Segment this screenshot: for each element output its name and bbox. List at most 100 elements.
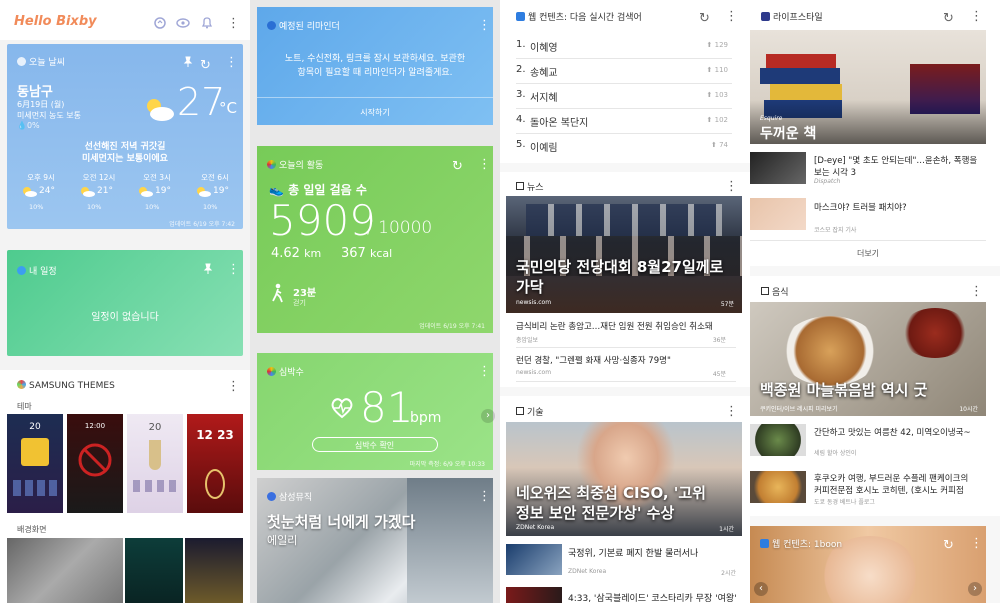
news-headline-1: 국민의당 전당대회 8월27일께로 [516, 258, 724, 276]
oneboon-card[interactable]: 웹 컨텐츠: 1boon ‹ › [750, 526, 986, 603]
reminder-body-2: 항목이 필요할 때 리마인더가 알려줄게요. [297, 68, 453, 78]
row-divider [516, 58, 732, 59]
schedule-more-icon[interactable] [224, 262, 240, 277]
activity-title: 오늘의 활동 [267, 158, 323, 171]
partly-cloudy-icon [147, 99, 174, 121]
food-more-icon[interactable] [967, 284, 983, 299]
theme-card-3[interactable]: 20 [127, 414, 183, 513]
realtime-count: ⬆ 103 [706, 91, 728, 99]
hour-time: 오전 6시 [201, 173, 229, 182]
oneboon-refresh-icon[interactable] [943, 534, 954, 553]
lifestyle-headline-card[interactable]: Esquire 두꺼운 책 [750, 30, 986, 144]
realtime-row[interactable]: 1. 이혜영 ⬆ 129 [516, 36, 732, 59]
music-more-icon[interactable] [475, 489, 491, 504]
news-headline-card[interactable]: 국민의당 전당대회 8월27일께로 가닥 newsis.com 57분 [506, 196, 742, 313]
hour-time: 오전 12시 [82, 173, 116, 182]
lifestyle-more-button[interactable]: 더보기 [750, 248, 986, 259]
tech-title: 기술 [516, 405, 544, 418]
lifestyle-item-2-title[interactable]: 마스크야? 트러블 패치야? [814, 201, 907, 213]
heart-more-icon[interactable] [475, 364, 491, 379]
news-more-icon[interactable] [722, 179, 738, 194]
news-list-item[interactable]: 급식비리 논란 총암고…재단 임원 전원 취임승인 취소돼 충암일보 36분 [516, 317, 736, 349]
tech-item-2-thumb[interactable] [506, 587, 562, 603]
realtime-more-icon[interactable] [722, 9, 738, 24]
activity-card[interactable]: 오늘의 활동 👟 총 일일 걸음 수 5909 / 10000 4.62 km … [257, 146, 493, 333]
oneboon-next-icon[interactable]: › [968, 582, 982, 596]
food-headline-card[interactable]: 백종원 마늘볶음밥 역시 굿 쿠키인터/이브 레시피 미리보기 10시간 [750, 302, 986, 416]
reminder-more-icon[interactable] [475, 18, 491, 33]
themes-more-icon[interactable] [224, 379, 240, 394]
activity-more-icon[interactable] [475, 157, 491, 172]
food-item-2-title-1[interactable]: 후쿠오카 여행, 부드러운 수플레 팬케이크의 [814, 472, 968, 484]
food-item-1-thumb[interactable] [750, 424, 806, 456]
realtime-row[interactable]: 4. 돌아온 복단지 ⬆ 102 [516, 111, 732, 134]
hour-rain: 10% [145, 203, 160, 211]
lifestyle-title: 라이프스타일 [761, 10, 823, 23]
theme-card-2[interactable]: 12:00 [67, 414, 123, 513]
theme-card-3-icons [133, 480, 177, 492]
tech-time: 1시간 [719, 526, 734, 533]
lifestyle-card: 라이프스타일 Esquire 두꺼운 책 [D-eye] "몇 초도 안되는데"… [750, 0, 1000, 266]
hour-temp: 21° [97, 186, 113, 196]
tech-item-1-thumb[interactable] [506, 544, 562, 575]
news-item-source: 충암일보 [516, 337, 539, 344]
news-photo-backdrop [526, 204, 722, 236]
realtime-row[interactable]: 5. 이예림 ⬆ 74 [516, 136, 732, 158]
row-divider [516, 381, 736, 382]
pin-icon[interactable] [183, 56, 193, 68]
schedule-card[interactable]: 내 일정 일정이 없습니다 [7, 250, 243, 356]
next-arrow-icon[interactable]: › [481, 409, 495, 423]
food-item-2-title-2[interactable]: 커피전문점 호시노 코히텐, (호시노 커피점 [814, 484, 964, 496]
weather-updated: 업데이트 6/19 오후 7:42 [169, 221, 235, 228]
tech-badge-icon [516, 407, 524, 415]
realtime-count: ⬆ 129 [706, 41, 728, 49]
tech-card: 기술 네오위즈 최중섭 CISO, '고위 정보 보안 전문가상' 수상 ZDN… [500, 396, 750, 603]
oneboon-more-icon[interactable] [967, 536, 983, 551]
news-list-item[interactable]: 런던 경찰, "그렌펠 화재 사망·실종자 79명" newsis.com 45… [516, 351, 736, 383]
reminder-card[interactable]: 예정된 리마인더 노트, 수신전화, 링크를 잠시 보관하세요. 보관한 항목이… [257, 7, 493, 125]
sync-icon[interactable] [154, 17, 166, 29]
themes-card: SAMSUNG THEMES 테마 20 12:00 20 12 23 배경화면 [0, 370, 250, 603]
lifestyle-item-1-title-1[interactable]: [D-eye] "몇 초도 안되는데"…윤손하, 폭행을 [814, 154, 977, 166]
tech-item-2-title[interactable]: 4:33, '삼국블레이드' 코스타리카 무장 '여왕' [568, 591, 737, 603]
lifestyle-refresh-icon[interactable] [943, 7, 954, 26]
food-item-1-title[interactable]: 간단하고 맛있는 여름찬 42, 미역오이냉국~ [814, 426, 971, 438]
theme-card-4[interactable]: 12 23 [187, 414, 243, 513]
eye-icon[interactable] [176, 18, 190, 28]
lifestyle-item-1-thumb[interactable] [750, 152, 806, 184]
wallpaper-thumb-3[interactable] [185, 538, 243, 603]
steps-count: 5909 [269, 196, 376, 245]
news-card: 뉴스 국민의당 전당대회 8월27일께로 가닥 newsis.com 57분 급… [500, 172, 750, 387]
schedule-pin-icon[interactable] [203, 263, 213, 275]
lifestyle-item-2-thumb[interactable] [750, 198, 806, 230]
bell-icon[interactable] [201, 16, 213, 29]
food-item-2-thumb[interactable] [750, 471, 806, 503]
tech-headline-2: 정보 보안 전문가상' 수상 [516, 504, 675, 522]
realtime-refresh-icon[interactable] [699, 7, 710, 26]
music-card[interactable]: 삼성뮤직 첫눈처럼 너에게 가겠다 에일리 [257, 478, 493, 603]
weather-card[interactable]: 오늘 날씨 동남구 6月19日 (월) 미세먼지 농도 보통 💧0% 27 °C… [7, 44, 243, 229]
weather-more-icon[interactable] [222, 55, 238, 70]
lifestyle-more-icon[interactable] [967, 9, 983, 24]
row-divider [516, 108, 732, 109]
reminder-start-button[interactable]: 시작하기 [257, 107, 493, 118]
activity-refresh-icon[interactable] [452, 155, 463, 174]
wallpaper-thumb-1[interactable] [7, 538, 123, 603]
heart-measure-button[interactable]: 심박수 확인 [312, 437, 438, 452]
refresh-icon[interactable] [200, 54, 211, 73]
more-menu-icon[interactable] [224, 16, 240, 31]
oneboon-prev-icon[interactable]: ‹ [754, 582, 768, 596]
tech-item-1-title[interactable]: 국정위, 기본료 폐지 한발 물러서나 [568, 546, 698, 559]
tech-headline-card[interactable]: 네오위즈 최중섭 CISO, '고위 정보 보안 전문가상' 수상 ZDNet … [506, 422, 742, 536]
tech-item-1-time: 2시간 [721, 570, 736, 577]
lifestyle-item-1-title-2[interactable]: 보는 시각 3 [814, 166, 856, 178]
heart-rate-card[interactable]: 심박수 81 bpm › 심박수 확인 마지막 측정: 6/9 오후 10:33 [257, 353, 495, 470]
weather-location: 동남구 [17, 85, 53, 100]
theme-card-3-art [149, 440, 161, 470]
realtime-row[interactable]: 3. 서지혜 ⬆ 103 [516, 86, 732, 109]
wallpaper-thumb-2[interactable] [125, 538, 183, 603]
tech-more-icon[interactable] [722, 404, 738, 419]
lifestyle-badge-icon [761, 12, 770, 21]
theme-card-1[interactable]: 20 [7, 414, 63, 513]
realtime-row[interactable]: 2. 송혜교 ⬆ 110 [516, 61, 732, 84]
